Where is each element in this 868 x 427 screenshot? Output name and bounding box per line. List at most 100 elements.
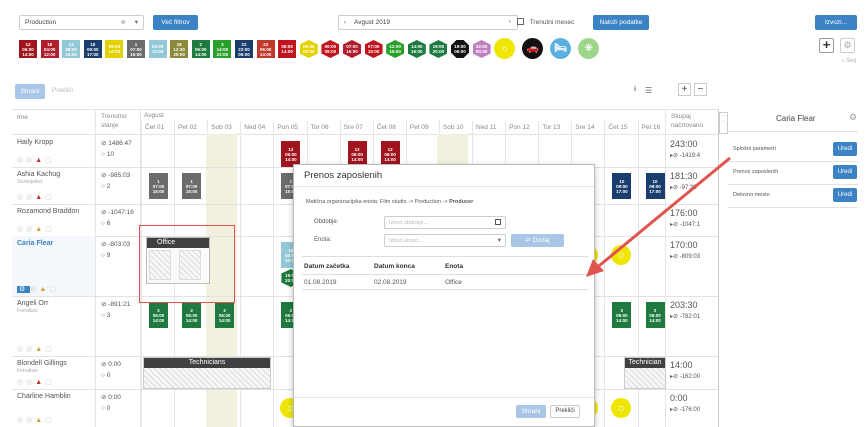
list-icon[interactable]: ☰: [645, 86, 652, 95]
technicians-assignment-right[interactable]: Technician: [624, 357, 666, 389]
current-month-toggle[interactable]: Trenutni mesec: [517, 18, 574, 26]
shift-chip[interactable]: 19:00 20:00: [429, 40, 448, 58]
shift-cell[interactable]: 1 07:00 15:00: [182, 173, 202, 199]
copy-icon[interactable]: ▢: [45, 226, 55, 233]
employee-name[interactable]: Caria Flear: [17, 240, 53, 247]
copy-icon[interactable]: ▢: [45, 194, 55, 201]
shift-chip[interactable]: 18 12:30 20:00: [170, 40, 189, 58]
shift-chip[interactable]: 06:00 08:00: [321, 40, 340, 58]
clear-icon[interactable]: ⊗: [121, 18, 126, 26]
info-circle-icon[interactable]: ◎: [26, 379, 35, 386]
employee-action-icons: ◎◎▲▢: [17, 225, 55, 233]
zoom-out-button[interactable]: −: [694, 83, 707, 96]
warning-icon[interactable]: ▲: [35, 157, 45, 164]
shift-chip-icon[interactable]: ☼: [494, 38, 516, 59]
shift-chip[interactable]: 14:00 16:00: [407, 40, 426, 58]
shift-chip[interactable]: 22:00 00:00: [472, 40, 491, 58]
shift-chip[interactable]: 13 08:00 15:00: [62, 40, 81, 58]
employee-name[interactable]: Ashia Kachug: [17, 171, 60, 178]
period-field[interactable]: Izberi obdobje...: [384, 216, 506, 229]
shift-chip-icon[interactable]: 🚗: [522, 38, 544, 59]
add-transfer-button[interactable]: ⇄ Dodaj: [511, 234, 564, 247]
chevron-left-icon[interactable]: ‹: [344, 19, 346, 26]
shift-chip-icon[interactable]: ✳: [578, 38, 600, 59]
unit-field[interactable]: Izberi enoto... ▾: [384, 234, 506, 247]
warning-icon[interactable]: ▲: [35, 417, 45, 424]
info-circle-icon[interactable]: ◎: [26, 346, 35, 353]
edit-button[interactable]: Uredi: [833, 188, 857, 202]
shift-chip[interactable]: 18 09:00 17:00: [83, 40, 102, 58]
shift-chip[interactable]: 19:00 06:00: [451, 40, 469, 58]
modal-cancel-button[interactable]: Prekliči: [550, 405, 580, 418]
warning-icon[interactable]: ▲: [35, 379, 45, 386]
warning-icon[interactable]: ▲: [35, 194, 45, 201]
shift-chip[interactable]: 04:00 12:00: [148, 40, 167, 58]
shift-chip[interactable]: 1 07:00 15:00: [127, 40, 145, 58]
copy-icon[interactable]: ▢: [45, 346, 55, 353]
shift-chip[interactable]: 07:00 15:00: [364, 40, 383, 58]
chevron-right-icon[interactable]: ›: [509, 18, 511, 25]
copy-icon[interactable]: ▢: [49, 286, 59, 293]
period-select[interactable]: ‹ Avgust 2019 ›: [338, 15, 518, 30]
shift-cell[interactable]: 1 07:00 15:00: [149, 173, 168, 199]
clock-icon[interactable]: ◎: [17, 157, 26, 164]
info-circle-icon[interactable]: ◎: [26, 226, 35, 233]
shift-chip[interactable]: 23 06:00 14:00: [256, 40, 275, 58]
shift-chip[interactable]: 07:00 15:00: [343, 40, 361, 58]
settings-icon[interactable]: ⚙: [17, 286, 31, 293]
copy-icon[interactable]: ▢: [45, 379, 55, 386]
shift-chip[interactable]: 06:00 14:00: [278, 40, 297, 58]
shift-cell[interactable]: 2 06:00 14:00: [215, 302, 235, 328]
shift-chip[interactable]: 12 06:00 14:00: [19, 40, 37, 58]
export-button[interactable]: Izvozi...: [815, 15, 857, 30]
save-grid-button[interactable]: Shrani: [15, 84, 45, 99]
shift-chip[interactable]: 18 04:00 12:00: [40, 40, 59, 58]
org-unit-select[interactable]: Production ▾ ⊗: [19, 15, 144, 30]
technicians-assignment[interactable]: Technicians: [143, 357, 271, 389]
shift-cell[interactable]: 2 06:00 14:00: [182, 302, 202, 328]
gear-icon[interactable]: ⚙: [849, 112, 857, 123]
cancel-grid-button[interactable]: Prekliči: [52, 87, 73, 94]
clock-icon[interactable]: ◎: [17, 379, 26, 386]
info-circle-icon[interactable]: ◎: [26, 194, 35, 201]
shift-chip[interactable]: 3 14:00 22:00: [213, 40, 232, 58]
copy-icon[interactable]: ▢: [45, 417, 55, 424]
more-filters-button[interactable]: Več filtrov: [153, 15, 198, 30]
employee-name[interactable]: Blondell Gillings: [17, 360, 67, 367]
warning-icon[interactable]: ▲: [35, 346, 45, 353]
collapse-link[interactable]: « Skrij: [842, 58, 856, 64]
warning-icon[interactable]: ▲: [39, 286, 49, 293]
employee-name[interactable]: Angeli Orr: [17, 300, 49, 307]
add-icon[interactable]: +: [819, 38, 834, 53]
employee-name[interactable]: Rozamond Braddon: [17, 208, 79, 215]
clock-icon[interactable]: ◎: [17, 417, 26, 424]
warning-icon[interactable]: ▲: [35, 226, 45, 233]
zoom-in-button[interactable]: +: [678, 83, 691, 96]
shift-chip[interactable]: 12:00 15:00: [386, 40, 405, 58]
copy-icon[interactable]: ▢: [45, 157, 55, 164]
shift-cell[interactable]: 2 06:00 14:00: [645, 302, 665, 328]
clock-icon[interactable]: ◎: [17, 226, 26, 233]
info-icon[interactable]: i: [634, 86, 636, 93]
employee-action-icons: ◎◎▲▢: [17, 378, 55, 386]
shift-cell[interactable]: 2 06:00 14:00: [149, 302, 168, 328]
info-circle-icon[interactable]: ◎: [26, 157, 35, 164]
employee-name[interactable]: Haily Kropp: [17, 139, 53, 146]
clock-icon[interactable]: ◎: [17, 346, 26, 353]
edit-button[interactable]: Uredi: [833, 165, 857, 179]
shift-chip[interactable]: 2 06:00 14:00: [191, 40, 210, 58]
shift-chip[interactable]: 09:00 00:00: [299, 40, 318, 58]
shift-chip-icon[interactable]: 🛏: [550, 38, 572, 59]
settings-icon[interactable]: ⚙: [840, 38, 855, 53]
side-collapse-tab[interactable]: ‹ ‹: [719, 112, 728, 134]
clock-icon[interactable]: ◎: [17, 194, 26, 201]
edit-button[interactable]: Uredi: [833, 142, 857, 156]
shift-chip[interactable]: 06:00 14:00: [105, 40, 124, 58]
employee-name[interactable]: Charline Hamblin: [17, 393, 71, 400]
modal-save-button[interactable]: Shrani: [516, 405, 546, 418]
shift-cell[interactable]: 2 06:00 14:00: [612, 302, 632, 328]
shift-chip[interactable]: 22 22:00 06:00: [235, 40, 253, 58]
holiday-icon[interactable]: ☼: [611, 398, 632, 418]
info-circle-icon[interactable]: ◎: [26, 417, 35, 424]
load-data-button[interactable]: Naloži podatke: [593, 15, 649, 30]
